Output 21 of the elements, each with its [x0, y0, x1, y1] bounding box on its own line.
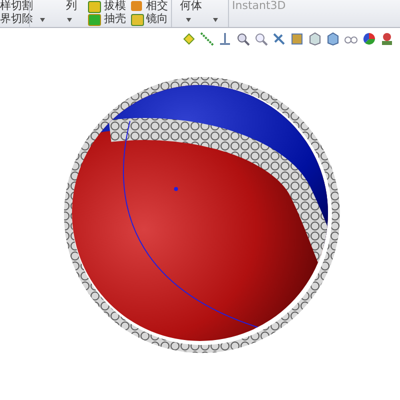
caret-icon[interactable]: [186, 18, 191, 22]
ribbon-label[interactable]: 样切割: [0, 0, 33, 12]
caret-icon[interactable]: [213, 18, 218, 22]
ribbon-label[interactable]: 拔模: [104, 0, 126, 12]
zoom-area-icon[interactable]: [254, 32, 268, 46]
color-wheel-icon[interactable]: [362, 32, 376, 46]
ribbon-label[interactable]: 何体: [180, 0, 202, 12]
display-style-icon[interactable]: [326, 32, 340, 46]
caret-icon[interactable]: [40, 18, 45, 22]
axis-icon[interactable]: [218, 32, 232, 46]
ribbon-label[interactable]: 列: [66, 0, 77, 12]
caret-icon[interactable]: [67, 18, 72, 22]
mirror-icon[interactable]: [131, 14, 144, 26]
draft-icon[interactable]: [88, 1, 101, 13]
scene-icon[interactable]: [380, 32, 394, 46]
ribbon-label[interactable]: 抽壳: [104, 13, 126, 25]
ribbon-label[interactable]: 镜向: [146, 13, 168, 25]
zoom-icon[interactable]: [236, 32, 250, 46]
view-orientation-icon[interactable]: [308, 32, 322, 46]
ribbon-label[interactable]: 相交: [146, 0, 168, 12]
line-icon[interactable]: [200, 32, 214, 46]
